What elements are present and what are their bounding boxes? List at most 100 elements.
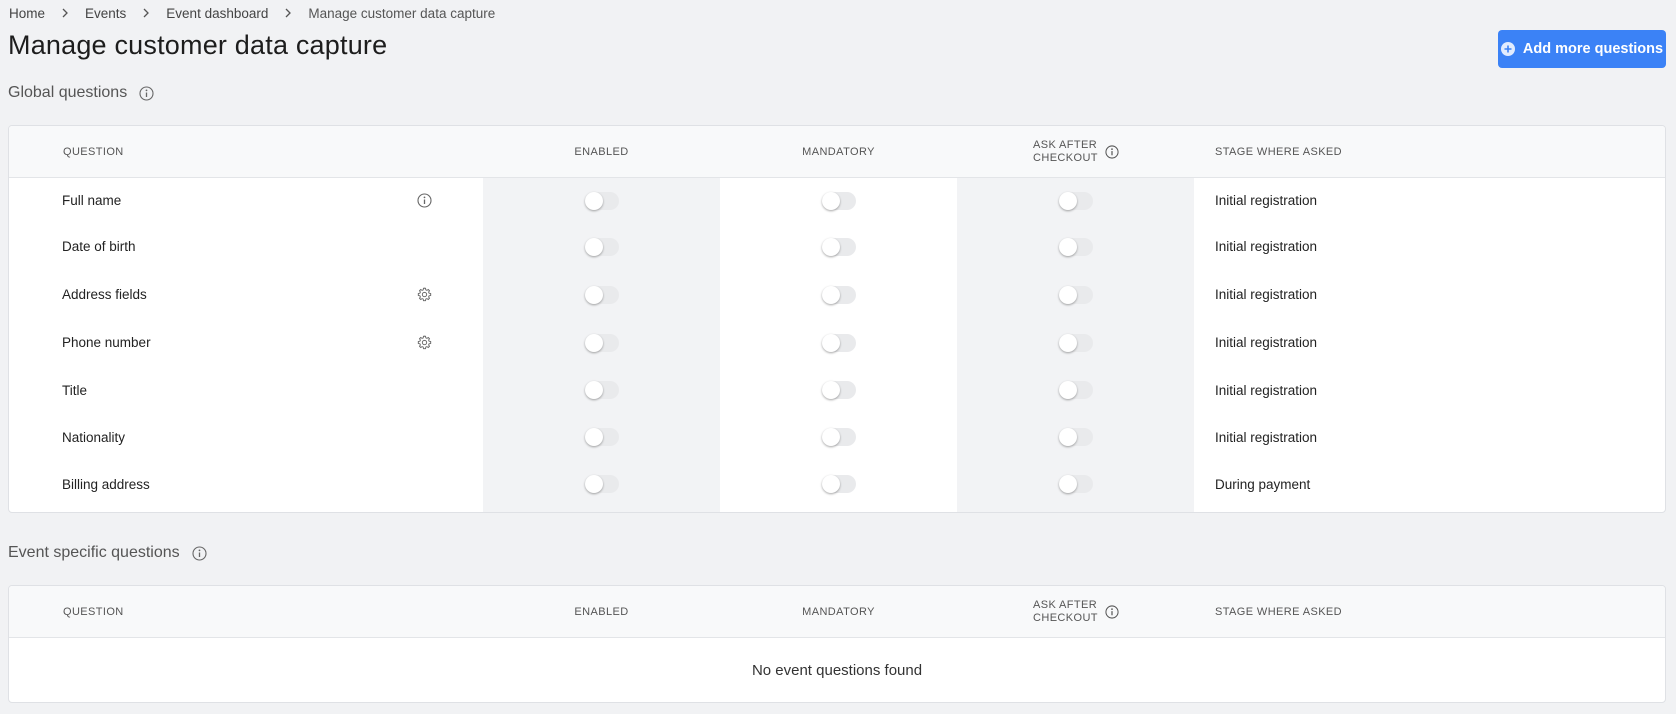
global-questions-table: QUESTION ENABLED MANDATORY ASK AFTER CHE… (8, 125, 1666, 513)
ask-after-checkout-label: ASK AFTER CHECKOUT (1033, 599, 1098, 625)
column-question: QUESTION (63, 146, 124, 158)
chevron-right-icon (60, 8, 70, 18)
table-header: QUESTION ENABLED MANDATORY ASK AFTER CHE… (9, 586, 1665, 638)
event-questions-title: Event specific questions (8, 544, 180, 561)
toggle-knob (821, 237, 840, 256)
info-icon[interactable] (1105, 605, 1119, 619)
ask-after-checkout-toggle[interactable] (1058, 333, 1093, 352)
info-icon[interactable] (139, 85, 154, 101)
breadcrumb-current: Manage customer data capture (308, 5, 496, 21)
column-stage: STAGE WHERE ASKED (1215, 606, 1343, 618)
column-mandatory: MANDATORY (802, 146, 875, 158)
table-row: Billing address During payment (9, 460, 1665, 508)
mandatory-toggle[interactable] (821, 285, 856, 304)
ask-after-checkout-toggle[interactable] (1058, 475, 1093, 493)
ask-after-checkout-label: ASK AFTER CHECKOUT (1033, 139, 1098, 165)
add-more-questions-label: Add more questions (1522, 41, 1664, 57)
ask-after-checkout-cell (957, 319, 1194, 366)
table-header: QUESTION ENABLED MANDATORY ASK AFTER CHE… (9, 126, 1665, 178)
ask-after-label-line1: ASK AFTER (1033, 599, 1098, 611)
table-row: Full name Initial registration (9, 178, 1665, 223)
toggle-knob (584, 428, 603, 446)
enabled-cell (483, 270, 720, 319)
mandatory-cell (720, 460, 957, 508)
global-questions-heading: Global questions (8, 84, 154, 102)
global-rows: Full name Initial registration Date of bir… (9, 178, 1665, 508)
toggle-knob (584, 333, 603, 352)
question-label: Billing address (62, 476, 150, 492)
add-more-questions-button[interactable]: Add more questions (1498, 30, 1666, 68)
toggle-knob (821, 285, 840, 304)
enabled-toggle[interactable] (584, 381, 619, 399)
mandatory-toggle[interactable] (821, 475, 856, 493)
enabled-toggle[interactable] (584, 191, 619, 210)
enabled-cell (483, 178, 720, 223)
table-row: Phone number Initial registration (9, 319, 1665, 366)
enabled-toggle[interactable] (584, 333, 619, 352)
ask-after-checkout-toggle[interactable] (1058, 381, 1093, 399)
question-label: Title (62, 382, 88, 398)
ask-after-checkout-cell (957, 460, 1194, 508)
breadcrumb-events[interactable]: Events (85, 6, 126, 21)
column-stage: STAGE WHERE ASKED (1215, 146, 1343, 158)
stage-label: During payment (1215, 476, 1311, 492)
info-icon[interactable] (417, 178, 433, 223)
toggle-knob (1058, 237, 1077, 256)
enabled-toggle[interactable] (584, 237, 619, 256)
mandatory-toggle[interactable] (821, 191, 856, 210)
ask-after-label-line2: CHECKOUT (1033, 152, 1098, 164)
table-row: Title Initial registration (9, 366, 1665, 414)
question-label: Date of birth (62, 239, 136, 254)
toggle-knob (584, 381, 603, 399)
stage-label: Initial registration (1215, 335, 1318, 350)
column-mandatory: MANDATORY (802, 606, 875, 618)
mandatory-cell (720, 366, 957, 414)
toggle-knob (1058, 285, 1077, 304)
toggle-knob (821, 333, 840, 352)
ask-after-checkout-toggle[interactable] (1058, 191, 1093, 210)
toggle-knob (1058, 191, 1077, 210)
ask-after-checkout-cell (957, 178, 1194, 223)
plus-circle-icon (1500, 42, 1515, 56)
mandatory-cell (720, 414, 957, 460)
ask-after-checkout-cell (957, 223, 1194, 270)
mandatory-toggle[interactable] (821, 333, 856, 352)
info-icon[interactable] (1105, 145, 1119, 159)
mandatory-cell (720, 178, 957, 223)
page-title: Manage customer data capture (8, 30, 388, 60)
toggle-knob (584, 191, 603, 210)
enabled-toggle[interactable] (584, 475, 619, 493)
mandatory-toggle[interactable] (821, 237, 856, 256)
enabled-toggle[interactable] (584, 285, 619, 304)
mandatory-cell (720, 223, 957, 270)
gear-icon[interactable] (417, 270, 433, 319)
toggle-knob (1058, 381, 1077, 399)
info-icon[interactable] (192, 545, 207, 561)
ask-after-checkout-toggle[interactable] (1058, 428, 1093, 446)
ask-after-checkout-cell (957, 414, 1194, 460)
mandatory-toggle[interactable] (821, 428, 856, 446)
breadcrumb-event-dashboard[interactable]: Event dashboard (166, 6, 268, 21)
mandatory-cell (720, 270, 957, 319)
toggle-knob (1058, 475, 1077, 493)
breadcrumb-home[interactable]: Home (9, 6, 45, 21)
mandatory-cell (720, 319, 957, 366)
ask-after-checkout-cell (957, 366, 1194, 414)
toggle-knob (584, 285, 603, 304)
enabled-cell (483, 460, 720, 508)
mandatory-toggle[interactable] (821, 381, 856, 399)
toggle-knob (821, 428, 840, 446)
ask-after-checkout-toggle[interactable] (1058, 285, 1093, 304)
stage-label: Initial registration (1215, 287, 1318, 302)
breadcrumb: Home Events Event dashboard Manage custo… (9, 3, 495, 23)
enabled-cell (483, 319, 720, 366)
enabled-toggle[interactable] (584, 428, 619, 446)
ask-after-checkout-toggle[interactable] (1058, 237, 1093, 256)
gear-icon[interactable] (417, 319, 433, 366)
column-question: QUESTION (63, 606, 124, 618)
enabled-cell (483, 366, 720, 414)
toggle-knob (1058, 428, 1077, 446)
question-label: Full name (62, 193, 122, 208)
question-label: Address fields (62, 287, 147, 302)
enabled-cell (483, 414, 720, 460)
